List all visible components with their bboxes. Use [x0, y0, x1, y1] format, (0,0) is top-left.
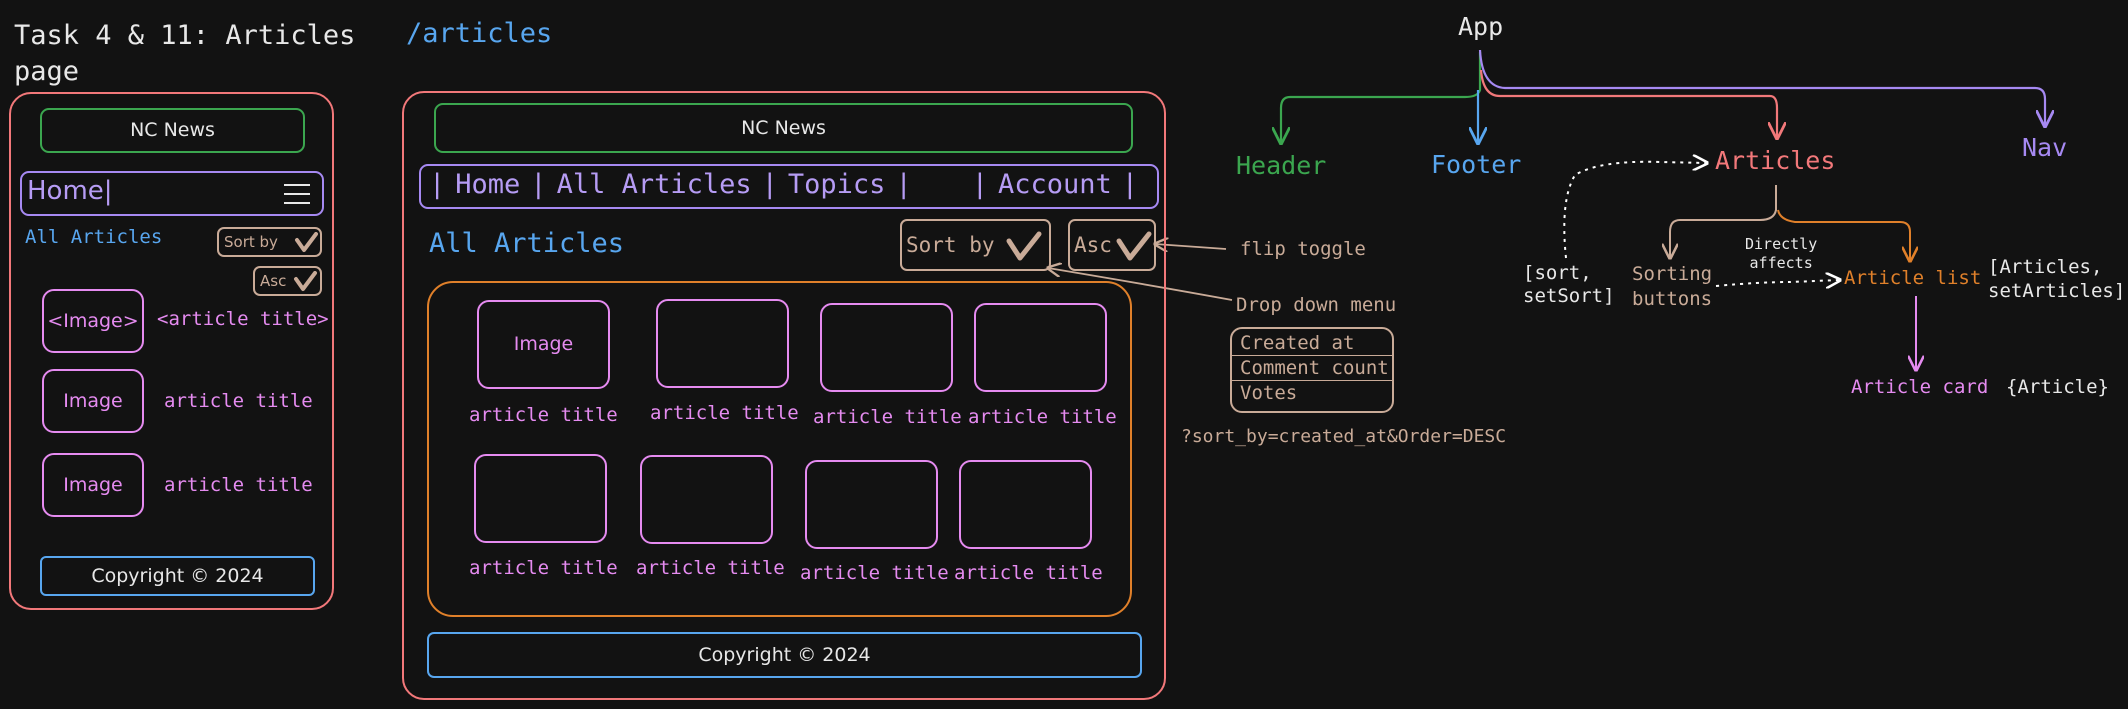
drop-down-menu-label: Drop down menu: [1236, 294, 1397, 316]
checkmark-icon: [1116, 231, 1152, 261]
article-card-image[interactable]: [474, 454, 607, 543]
dropdown-option[interactable]: Comment count: [1232, 356, 1392, 381]
article-card-title[interactable]: article title: [813, 406, 962, 428]
mobile-footer: Copyright © 2024: [40, 556, 315, 596]
nav-bar: | Home | All Articles | Topics | | Account |: [429, 169, 1138, 200]
edge-sorting-list: [1715, 280, 1840, 286]
article-card-image[interactable]: Image: [477, 300, 610, 389]
mobile-item-title[interactable]: article title: [164, 474, 313, 496]
desktop-nav: | Home | All Articles | Topics | | Account |: [419, 164, 1159, 209]
mobile-item-image[interactable]: Image: [42, 369, 144, 433]
dropdown-option[interactable]: Votes: [1232, 381, 1392, 406]
task-title: Task 4 & 11: Articles page: [14, 18, 355, 90]
article-card-title[interactable]: article title: [469, 557, 618, 579]
nav-separator: |: [761, 169, 778, 200]
mobile-header: NC News: [40, 108, 305, 153]
article-card-image[interactable]: [640, 455, 773, 544]
tree-node-sorting-buttons: Sorting buttons: [1632, 263, 1713, 310]
article-card-title[interactable]: article title: [469, 404, 618, 426]
article-card-title[interactable]: article title: [650, 402, 799, 424]
article-card-title[interactable]: article title: [636, 557, 785, 579]
nav-separator: |: [429, 169, 446, 200]
articles-state: [Articles, setArticles]: [1988, 256, 2126, 302]
directly-affects-label: Directly affects: [1745, 235, 1818, 272]
edge-app-header: [1281, 52, 1482, 143]
tree-node-article-list: Article list: [1844, 267, 1982, 289]
article-card-image[interactable]: [959, 460, 1092, 549]
tree-node-footer: Footer: [1431, 150, 1522, 179]
mobile-footer-text: Copyright © 2024: [91, 565, 264, 587]
dropdown-options: Created at Comment count Votes: [1230, 327, 1394, 413]
checkmark-icon: [295, 232, 318, 252]
nav-all-articles[interactable]: All Articles: [557, 169, 752, 200]
desktop-header-title: NC News: [741, 117, 826, 139]
nav-separator: |: [1121, 169, 1139, 200]
edge-app-nav: [1478, 49, 2045, 126]
mobile-order-toggle[interactable]: Asc: [253, 266, 322, 296]
mobile-nav: Home|: [20, 171, 324, 216]
article-card-image[interactable]: [974, 303, 1107, 392]
desktop-sort-button[interactable]: Sort by: [900, 219, 1051, 271]
task-title-line1: Task 4 & 11: Articles: [14, 20, 356, 51]
mobile-item-image[interactable]: <Image>: [42, 289, 144, 353]
desktop-header: NC News: [434, 103, 1133, 153]
article-card-title[interactable]: article title: [800, 562, 949, 584]
article-card-image[interactable]: [656, 299, 789, 388]
task-title-line2: page: [14, 56, 80, 87]
checkmark-icon: [1006, 231, 1042, 261]
desktop-footer-text: Copyright © 2024: [698, 644, 871, 666]
mobile-item-title[interactable]: <article title>: [157, 308, 329, 330]
checkmark-icon: [294, 271, 317, 291]
edge-sort-state-articles: [1563, 162, 1707, 259]
sort-state: [sort, setSort]: [1523, 262, 1615, 307]
article-card-image[interactable]: [820, 303, 953, 392]
desktop-order-toggle[interactable]: Asc: [1068, 219, 1156, 271]
tree-node-articles: Articles: [1715, 146, 1836, 175]
nav-separator: |: [895, 169, 912, 200]
mobile-item-image[interactable]: Image: [42, 453, 144, 517]
desktop-heading: All Articles: [429, 228, 625, 259]
nav-separator: |: [971, 169, 988, 200]
tree-node-nav: Nav: [2022, 133, 2068, 162]
desktop-sort-label: Sort by: [906, 233, 995, 257]
nav-home[interactable]: Home: [455, 169, 520, 200]
mobile-header-title: NC News: [130, 119, 215, 141]
nav-topics[interactable]: Topics: [788, 169, 886, 200]
mobile-heading: All Articles: [25, 226, 163, 248]
article-card-title[interactable]: article title: [968, 406, 1117, 428]
dropdown-option[interactable]: Created at: [1232, 331, 1392, 356]
article-card-image[interactable]: [805, 460, 938, 549]
tree-node-header: Header: [1236, 151, 1327, 180]
desktop-footer: Copyright © 2024: [427, 632, 1142, 678]
tree-node-app: App: [1458, 12, 1504, 41]
desktop-order-label: Asc: [1074, 233, 1112, 257]
nav-separator: |: [530, 169, 547, 200]
flip-toggle-label: flip toggle: [1240, 238, 1366, 260]
mobile-sort-button[interactable]: Sort by: [217, 227, 322, 257]
tree-node-article-card: Article card: [1851, 376, 1989, 398]
nav-account[interactable]: Account: [998, 169, 1112, 200]
hamburger-icon[interactable]: [284, 184, 310, 204]
mobile-nav-home[interactable]: Home|: [27, 176, 113, 206]
route-label: /articles: [406, 18, 553, 49]
mobile-item-title[interactable]: article title: [164, 390, 313, 412]
article-prop: {Article}: [2006, 376, 2109, 398]
mobile-order-label: Asc: [260, 272, 287, 290]
edge-app-articles: [1479, 69, 1777, 138]
mobile-sort-label: Sort by: [224, 233, 278, 251]
article-card-title[interactable]: article title: [954, 562, 1103, 584]
query-string: ?sort_by=created_at&Order=DESC: [1181, 426, 1507, 447]
